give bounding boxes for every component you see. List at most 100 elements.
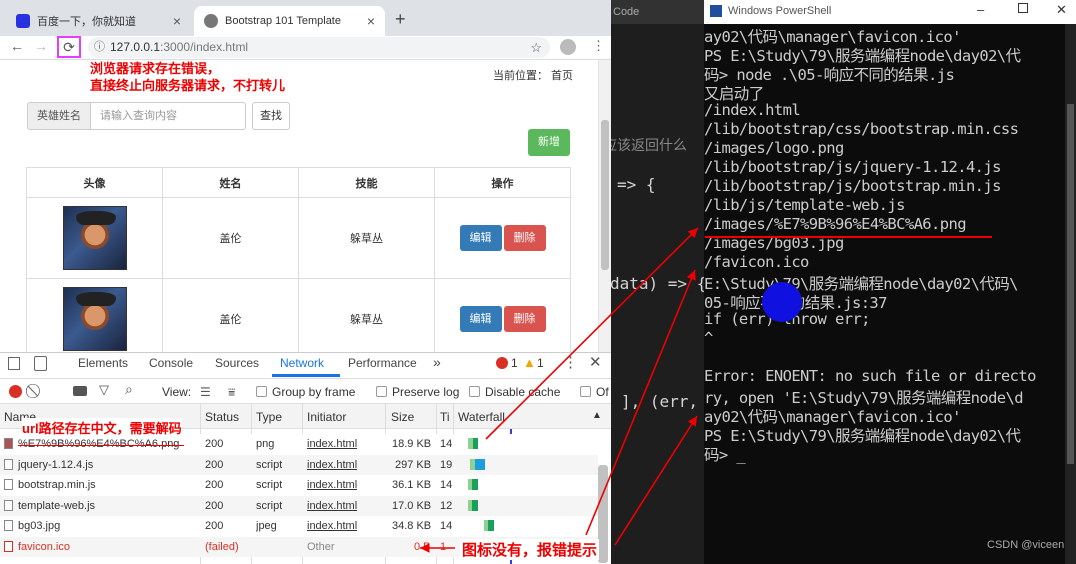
search-button[interactable]: 查找 xyxy=(252,102,290,130)
request-time: 14 xyxy=(440,438,453,450)
request-type: jpeg xyxy=(256,520,277,532)
tab-sources[interactable]: Sources xyxy=(215,356,259,370)
request-initiator: Other xyxy=(307,540,335,553)
delete-button[interactable]: 删除 xyxy=(503,225,546,251)
search-group: 英雄姓名 请输入查询内容 xyxy=(27,102,246,130)
table-row: 盖伦 躲草丛 编辑 删除 xyxy=(26,197,571,279)
close-tab-icon[interactable]: × xyxy=(173,13,181,29)
search-icon[interactable]: ⌕ xyxy=(125,381,133,398)
request-initiator[interactable]: index.html xyxy=(307,520,357,532)
tab-console[interactable]: Console xyxy=(149,356,193,370)
delete-button[interactable]: 删除 xyxy=(503,306,546,332)
waterfall-bar xyxy=(472,499,478,511)
request-initiator[interactable]: index.html xyxy=(307,438,357,450)
warning-icon: ▲ xyxy=(523,355,536,370)
code-line: => { xyxy=(617,175,656,194)
device-toggle-icon[interactable] xyxy=(34,356,47,371)
back-icon[interactable]: ← xyxy=(10,38,24,54)
terminal-line: /lib/bootstrap/css/bootstrap.min.css xyxy=(704,120,1019,138)
warning-count[interactable]: 1 xyxy=(537,356,544,370)
request-initiator[interactable]: index.html xyxy=(307,500,357,512)
more-tabs-icon[interactable]: » xyxy=(433,354,441,370)
annotation-browser-error: 浏览器请求存在错误， 直接终止向服务器请求，不打转儿 xyxy=(90,60,285,94)
error-count[interactable]: 1 xyxy=(511,356,518,370)
tab-performance[interactable]: Performance xyxy=(348,356,417,370)
waterfall-bar xyxy=(475,458,485,470)
close-devtools-icon[interactable]: ✕ xyxy=(589,353,602,371)
powershell-window: Windows PowerShell – ✕ ay02\代码\manager\f… xyxy=(704,0,1076,564)
request-initiator[interactable]: index.html xyxy=(307,479,357,491)
hero-name: 盖伦 xyxy=(162,278,299,352)
preserve-log-checkbox[interactable]: Preserve log xyxy=(376,385,459,399)
record-icon[interactable] xyxy=(9,385,22,398)
network-row[interactable]: jquery-1.12.4.js 200 script index.html 2… xyxy=(0,454,598,475)
hero-table: 头像 姓名 技能 操作 盖伦 躲草丛 编辑 删除 盖伦 躲草丛 编辑 删除 xyxy=(26,167,571,352)
terminal-scrollbar[interactable] xyxy=(1065,24,1076,564)
code-line: ], (err, xyxy=(621,392,699,411)
offline-checkbox[interactable]: Of xyxy=(580,385,609,399)
network-row[interactable]: bootstrap.min.js 200 script index.html 3… xyxy=(0,475,598,496)
tab-network[interactable]: Network xyxy=(280,356,324,370)
close-tab-icon[interactable]: × xyxy=(367,13,375,29)
profile-avatar-icon[interactable] xyxy=(560,39,576,55)
forward-icon[interactable]: → xyxy=(34,38,48,54)
waterfall-bar xyxy=(472,479,478,490)
request-initiator[interactable]: index.html xyxy=(307,459,357,471)
request-type: script xyxy=(256,479,283,491)
inspect-icon[interactable] xyxy=(8,357,20,370)
edit-button[interactable]: 编辑 xyxy=(459,225,502,251)
col-skill: 技能 xyxy=(298,167,435,198)
list-view-icon[interactable]: ☰ xyxy=(200,385,211,399)
close-window-icon[interactable]: ✕ xyxy=(1056,2,1067,18)
network-scrollbar-thumb[interactable] xyxy=(598,465,608,563)
bookmark-star-icon[interactable]: ☆ xyxy=(530,37,542,58)
overview-icon[interactable]: ⩸ xyxy=(228,385,235,400)
toolbar: ← → ⟳ ⓘ 127.0.0.1:3000/index.html ☆ ⋮ xyxy=(0,36,611,60)
request-size: 297 KB xyxy=(395,458,432,471)
tab-elements[interactable]: Elements xyxy=(78,356,128,370)
address-bar[interactable]: ⓘ 127.0.0.1:3000/index.html ☆ xyxy=(88,37,550,58)
new-tab-button[interactable]: + xyxy=(395,9,406,30)
group-by-frame-checkbox[interactable]: Group by frame xyxy=(256,385,355,399)
request-name: favicon.ico xyxy=(4,540,70,553)
annotation-url-chinese: url路径存在中文，需要解码 xyxy=(22,418,182,437)
option-label: Group by frame xyxy=(272,385,356,399)
add-button[interactable]: 新增 xyxy=(528,129,570,156)
terminal-output[interactable]: ay02\代码\manager\favicon.ico' PS E:\Study\… xyxy=(704,24,1064,564)
tab-bootstrap[interactable]: Bootstrap 101 Template × xyxy=(194,6,385,36)
underline-annotation xyxy=(705,236,992,238)
minimize-icon[interactable]: – xyxy=(977,2,984,17)
terminal-line: 码> _ xyxy=(704,446,746,464)
scrollbar-thumb[interactable] xyxy=(601,120,609,270)
network-row[interactable]: template-web.js 200 script index.html 17… xyxy=(0,495,598,516)
request-name-text: jquery-1.12.4.js xyxy=(18,458,94,471)
devtools-panel: Elements Console Sources Network Perform… xyxy=(0,352,611,564)
request-name-text: bootstrap.min.js xyxy=(18,479,96,491)
request-name-text: template-web.js xyxy=(18,499,96,512)
tab-baidu[interactable]: 百度一下，你就知道 × xyxy=(6,6,191,36)
settings-dots-icon[interactable]: ⋮ xyxy=(563,353,578,371)
filter-icon[interactable]: ▽ xyxy=(99,382,109,398)
request-time: 1 xyxy=(440,540,447,553)
code-editor: Code 应该返回什么 => { data) => { ], (err, xyxy=(611,0,704,564)
menu-dots-icon[interactable]: ⋮ xyxy=(592,38,605,54)
globe-icon xyxy=(204,14,218,28)
option-label: Preserve log xyxy=(392,385,460,399)
web-page: 当前位置： 首页 英雄姓名 请输入查询内容 查找 新增 头像 姓名 技能 操作 … xyxy=(0,60,598,352)
request-name: bootstrap.min.js xyxy=(4,479,96,491)
screenshot-camera-icon[interactable] xyxy=(73,386,87,396)
col-actions: 操作 xyxy=(434,167,571,198)
reload-icon[interactable]: ⟳ xyxy=(57,36,81,58)
edit-button[interactable]: 编辑 xyxy=(459,306,502,332)
search-input[interactable]: 请输入查询内容 xyxy=(91,102,246,130)
disable-cache-checkbox[interactable]: Disable cache xyxy=(469,385,560,399)
request-status: 200 xyxy=(205,458,224,471)
breadcrumb: 当前位置： 首页 xyxy=(493,70,574,82)
maximize-icon[interactable] xyxy=(1018,3,1028,13)
waterfall-bar xyxy=(488,520,494,531)
page-scrollbar[interactable] xyxy=(598,60,611,352)
active-tab-indicator xyxy=(272,374,340,377)
url-host: 127.0.0.1 xyxy=(110,40,161,54)
request-status: (failed) xyxy=(205,540,239,553)
network-row[interactable]: bg03.jpg 200 jpeg index.html 34.8 KB 14 xyxy=(0,516,598,537)
